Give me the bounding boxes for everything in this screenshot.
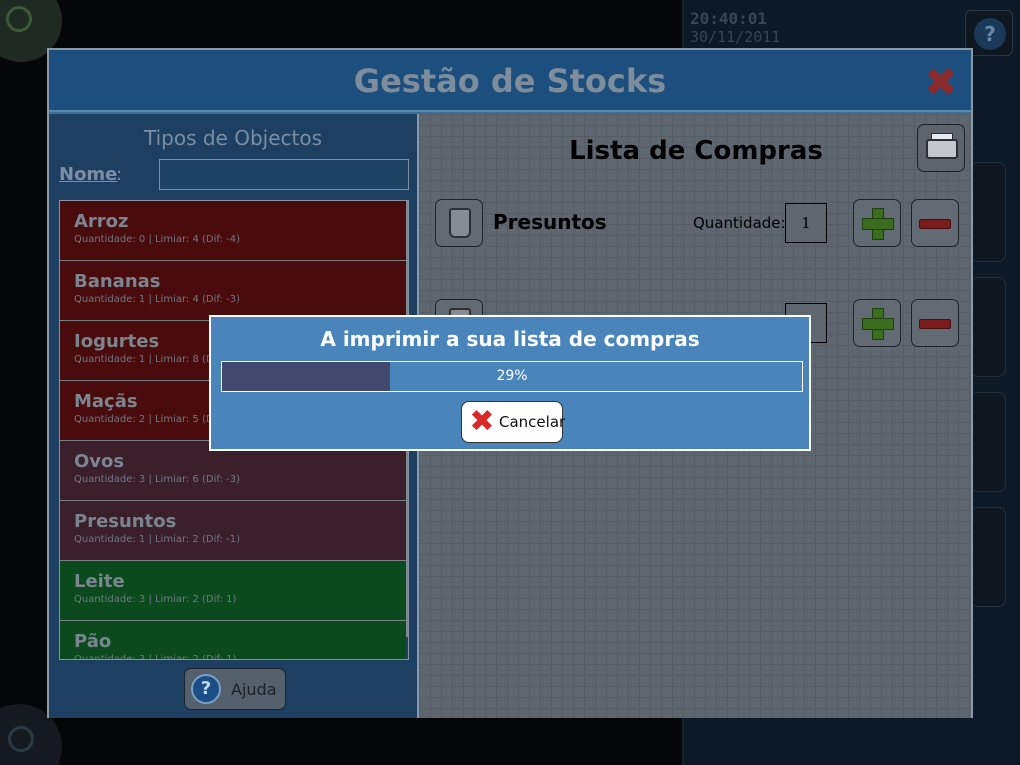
list-item-info: Quantidade: 3 | Limiar: 6 (Dif: -3): [74, 474, 240, 485]
decrease-quantity-button[interactable]: [911, 299, 959, 347]
quantity-label: Quantidade:: [693, 214, 786, 232]
list-item-info: Quantidade: 1 | Limiar: 4 (Dif: -3): [74, 294, 240, 305]
help-button[interactable]: ? Ajuda: [184, 668, 286, 710]
cancel-icon: ✖: [469, 404, 495, 439]
name-label: Nome: [59, 164, 118, 185]
list-item-name: Pão: [74, 631, 112, 652]
plus-icon: [862, 208, 894, 240]
list-item-info: Quantidade: 3 | Limiar: 2 (Dif: 1): [74, 594, 237, 605]
list-item-info: Quantidade: 0 | Limiar: 4 (Dif: -4): [74, 234, 240, 245]
list-item-info: Quantidade: 3 | Limiar: 2 (Dif: 1): [74, 654, 237, 660]
increase-quantity-button[interactable]: [853, 199, 901, 247]
help-button-label: Ajuda: [231, 680, 277, 699]
help-icon: ?: [974, 18, 1006, 50]
minus-icon: [919, 319, 951, 329]
list-item-info: Quantidade: 1 | Limiar: 2 (Dif: -1): [74, 534, 240, 545]
list-item[interactable]: Pão Quantidade: 3 | Limiar: 2 (Dif: 1): [60, 621, 406, 660]
window-title: Gestão de Stocks: [353, 62, 667, 100]
clock: 20:40:01 30/11/2011: [690, 9, 781, 47]
name-colon: :: [116, 164, 123, 185]
list-item[interactable]: Arroz Quantidade: 0 | Limiar: 4 (Dif: -4): [60, 201, 406, 261]
shopping-list-title: Lista de Compras: [569, 136, 823, 166]
list-item-name: Presuntos: [74, 511, 177, 532]
clock-date: 30/11/2011: [690, 28, 781, 46]
background-card[interactable]: [970, 507, 1006, 607]
progress-title: A imprimir a sua lista de compras: [320, 327, 700, 351]
background-card[interactable]: [970, 162, 1006, 262]
panel-title: Tipos de Objectos: [143, 126, 323, 150]
plus-icon: [862, 308, 894, 340]
trash-icon: [449, 208, 471, 238]
magnifier-icon: [8, 726, 34, 752]
title-bar: Gestão de Stocks ✖: [49, 50, 971, 112]
background-card[interactable]: [970, 277, 1006, 377]
background-card[interactable]: [970, 392, 1006, 492]
quantity-field[interactable]: 1: [785, 203, 827, 243]
progress-bar: 29%: [221, 361, 803, 392]
delete-item-button[interactable]: [435, 199, 483, 247]
printer-icon: [926, 139, 958, 159]
list-item[interactable]: Presuntos Quantidade: 1 | Limiar: 2 (Dif:…: [60, 501, 406, 561]
increase-quantity-button[interactable]: [853, 299, 901, 347]
list-item-name: Arroz: [74, 211, 129, 232]
list-item[interactable]: Bananas Quantidade: 1 | Limiar: 4 (Dif: -…: [60, 261, 406, 321]
decrease-quantity-button[interactable]: [911, 199, 959, 247]
print-button[interactable]: [917, 124, 965, 172]
minus-icon: [919, 219, 951, 229]
progress-percentage: 29%: [496, 368, 528, 384]
name-filter-input[interactable]: [159, 159, 409, 190]
list-item[interactable]: Leite Quantidade: 3 | Limiar: 2 (Dif: 1): [60, 561, 406, 621]
cancel-button-label: Cancelar: [499, 413, 566, 431]
close-button[interactable]: ✖: [921, 60, 961, 106]
help-icon: ?: [191, 674, 221, 704]
cancel-button[interactable]: ✖ Cancelar: [461, 401, 566, 443]
print-progress-dialog: A imprimir a sua lista de compras 29% ✖ …: [209, 315, 811, 451]
close-icon: ✖: [924, 60, 958, 106]
list-item-name: Ovos: [74, 451, 125, 472]
magnifier-icon: [6, 6, 32, 32]
shopping-item-name: Presuntos: [493, 210, 607, 234]
list-item-name: Bananas: [74, 271, 161, 292]
clock-time: 20:40:01: [690, 9, 768, 28]
list-item-name: Leite: [74, 571, 125, 592]
